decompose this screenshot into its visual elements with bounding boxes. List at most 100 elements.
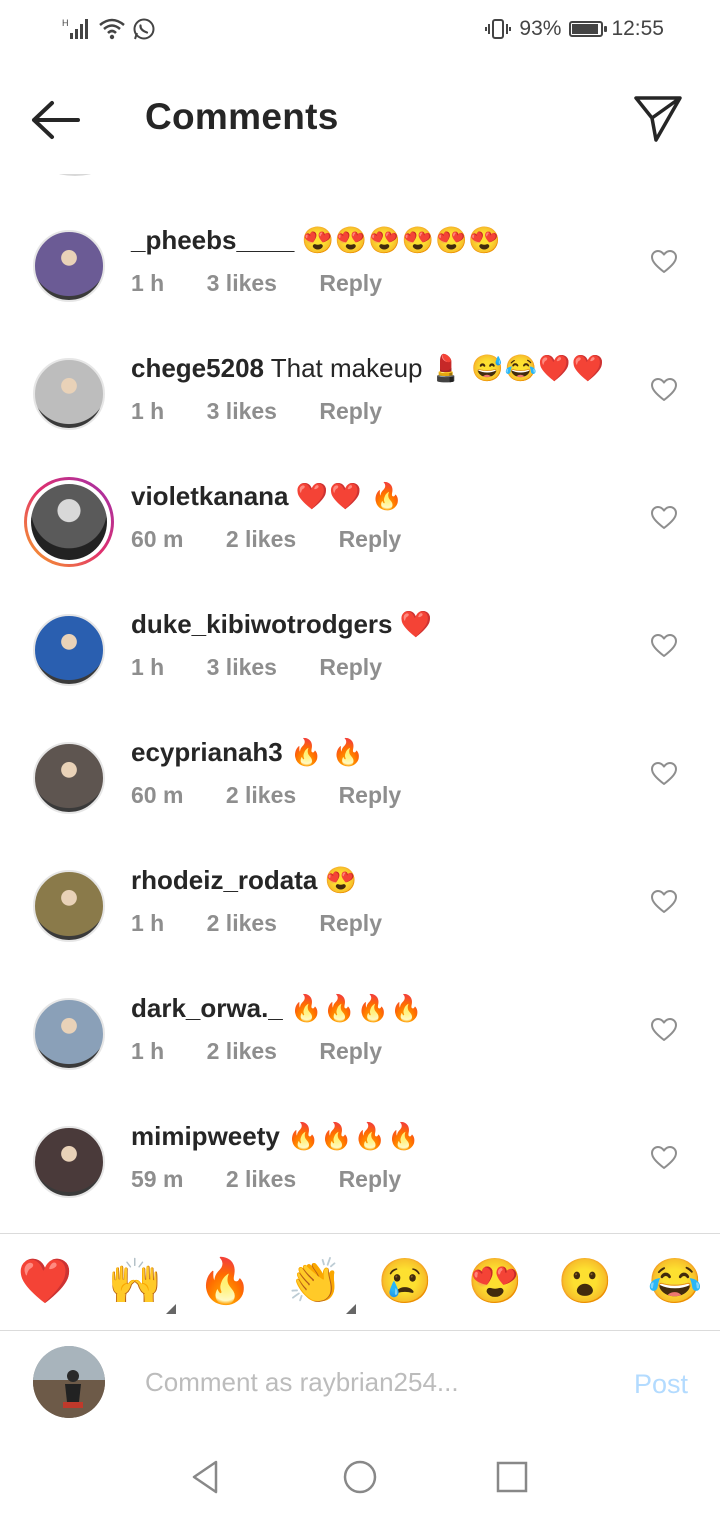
reply-button[interactable]: Reply (319, 270, 382, 296)
comment-input[interactable] (145, 1367, 585, 1398)
wifi-icon (99, 18, 125, 40)
comment-username[interactable]: mimipweety (131, 1121, 280, 1151)
page-title: Comments (145, 96, 339, 137)
avatar[interactable] (33, 870, 105, 942)
avatar[interactable] (33, 614, 105, 686)
comment-emoji: 😍😍😍😍😍😍 (301, 225, 502, 255)
reply-button[interactable]: Reply (339, 1166, 402, 1192)
comment-emoji: 🔥 🔥 (289, 737, 365, 767)
avatar[interactable] (33, 742, 105, 814)
signal-icon: H (62, 18, 88, 39)
reaction-surprised-button[interactable]: 😮 (554, 1252, 616, 1312)
comment-meta: 1 h 2 likes Reply (131, 910, 418, 937)
comment-meta: 1 h 2 likes Reply (131, 1038, 418, 1065)
reaction-clap-button[interactable]: 👏 (284, 1252, 346, 1312)
comment-row: dark_orwa._ 🔥🔥🔥🔥 1 h 2 likes Reply (0, 993, 720, 1126)
reply-button[interactable]: Reply (319, 910, 382, 936)
heart-icon (651, 378, 677, 401)
avatar-ring (27, 480, 111, 564)
comment-username[interactable]: chege5208 (131, 353, 264, 383)
status-right: 93% 12:55 (485, 17, 664, 41)
like-button[interactable] (651, 762, 677, 786)
comment-emoji: 🔥🔥🔥🔥 (287, 1121, 421, 1151)
comment-username[interactable]: duke_kibiwotrodgers (131, 609, 393, 639)
nav-home-button[interactable] (340, 1457, 380, 1497)
reply-button[interactable]: Reply (319, 398, 382, 424)
comment-row: ecyprianah3 🔥 🔥 60 m 2 likes Reply (0, 737, 720, 870)
reaction-crying-button[interactable]: 😢 (374, 1252, 436, 1312)
comment-username[interactable]: rhodeiz_rodata (131, 865, 317, 895)
avatar[interactable] (24, 477, 114, 567)
comment-time: 1 h (131, 1038, 165, 1064)
comment-emoji: 🔥🔥🔥🔥 (289, 993, 424, 1023)
clock: 12:55 (611, 17, 664, 40)
reaction-heart-button[interactable]: ❤️ (14, 1252, 76, 1312)
comment-row: rhodeiz_rodata 😍 1 h 2 likes Reply (0, 865, 720, 998)
reaction-heart-eyes-button[interactable]: 😍 (464, 1252, 526, 1312)
reply-button[interactable]: Reply (319, 654, 382, 680)
comment-username[interactable]: _pheebs____ (131, 225, 294, 255)
battery-icon (569, 21, 608, 37)
comment-row: chege5208 That makeup 💄 😅😂❤️❤️ 1 h 3 lik… (0, 353, 720, 486)
like-button[interactable] (651, 890, 677, 914)
comment-text: _pheebs____ 😍😍😍😍😍😍 (131, 222, 502, 258)
avatar-photo (33, 1346, 105, 1418)
reaction-laughing-button[interactable]: 😂 (644, 1252, 706, 1312)
nav-back-button[interactable] (186, 1457, 226, 1497)
avatar[interactable] (33, 230, 105, 302)
battery-fill (572, 24, 599, 34)
heart-icon (651, 250, 677, 273)
comment-username[interactable]: ecyprianah3 (131, 737, 283, 767)
heart-icon (651, 634, 677, 657)
quick-reaction-bar: ❤️ 🙌 🔥 👏 😢 😍 😮 😂 (0, 1233, 720, 1331)
comment-likes[interactable]: 3 likes (207, 654, 277, 680)
avatar-photo (31, 484, 107, 560)
status-left: H (62, 17, 156, 41)
comment-body: That makeup (270, 353, 430, 383)
reply-button[interactable]: Reply (319, 1038, 382, 1064)
reaction-fire-button[interactable]: 🔥 (194, 1252, 256, 1312)
comment-likes[interactable]: 3 likes (207, 398, 277, 424)
comment-likes[interactable]: 2 likes (207, 910, 277, 936)
comment-likes[interactable]: 2 likes (226, 526, 296, 552)
reply-button[interactable]: Reply (339, 782, 402, 808)
comment-time: 1 h (131, 654, 165, 680)
comment-likes[interactable]: 3 likes (207, 270, 277, 296)
back-button[interactable] (28, 98, 84, 142)
avatar[interactable] (33, 358, 105, 430)
like-button[interactable] (651, 250, 677, 274)
reaction-raised-hands-button[interactable]: 🙌 (104, 1252, 166, 1312)
like-button[interactable] (651, 1018, 677, 1042)
comment-likes[interactable]: 2 likes (207, 1038, 277, 1064)
comment-time: 1 h (131, 398, 165, 424)
vibrate-icon (485, 19, 512, 39)
like-button[interactable] (651, 378, 677, 402)
like-button[interactable] (651, 506, 677, 530)
comment-meta: 60 m 2 likes Reply (131, 526, 437, 553)
comment-text: rhodeiz_rodata 😍 (131, 862, 358, 898)
avatar[interactable] (33, 998, 105, 1070)
comment-username[interactable]: violetkanana (131, 481, 289, 511)
avatar[interactable] (33, 1126, 105, 1198)
comment-username[interactable]: dark_orwa._ (131, 993, 283, 1023)
partial-avatar (40, 174, 110, 176)
comment-time: 1 h (131, 270, 165, 296)
reply-button[interactable]: Reply (339, 526, 402, 552)
comment-likes[interactable]: 2 likes (226, 1166, 296, 1192)
like-button[interactable] (651, 634, 677, 658)
comment-meta: 1 h 3 likes Reply (131, 270, 418, 297)
comment-time: 1 h (131, 910, 165, 936)
share-button[interactable] (632, 92, 684, 144)
comment-time: 59 m (131, 1166, 184, 1192)
nav-recents-button[interactable] (492, 1457, 532, 1497)
comment-meta: 1 h 3 likes Reply (131, 398, 418, 425)
circle-home-icon (343, 1460, 377, 1494)
comment-likes[interactable]: 2 likes (226, 782, 296, 808)
like-button[interactable] (651, 1146, 677, 1170)
post-button[interactable]: Post (634, 1369, 688, 1400)
comment-row: violetkanana ❤️❤️ 🔥 60 m 2 likes Reply (0, 477, 720, 614)
comments-list[interactable]: _pheebs____ 😍😍😍😍😍😍 1 h 3 likes Reply che… (0, 174, 720, 1232)
comment-text: dark_orwa._ 🔥🔥🔥🔥 (131, 990, 423, 1026)
skin-tone-indicator (166, 1304, 176, 1314)
avatar (33, 1346, 105, 1418)
